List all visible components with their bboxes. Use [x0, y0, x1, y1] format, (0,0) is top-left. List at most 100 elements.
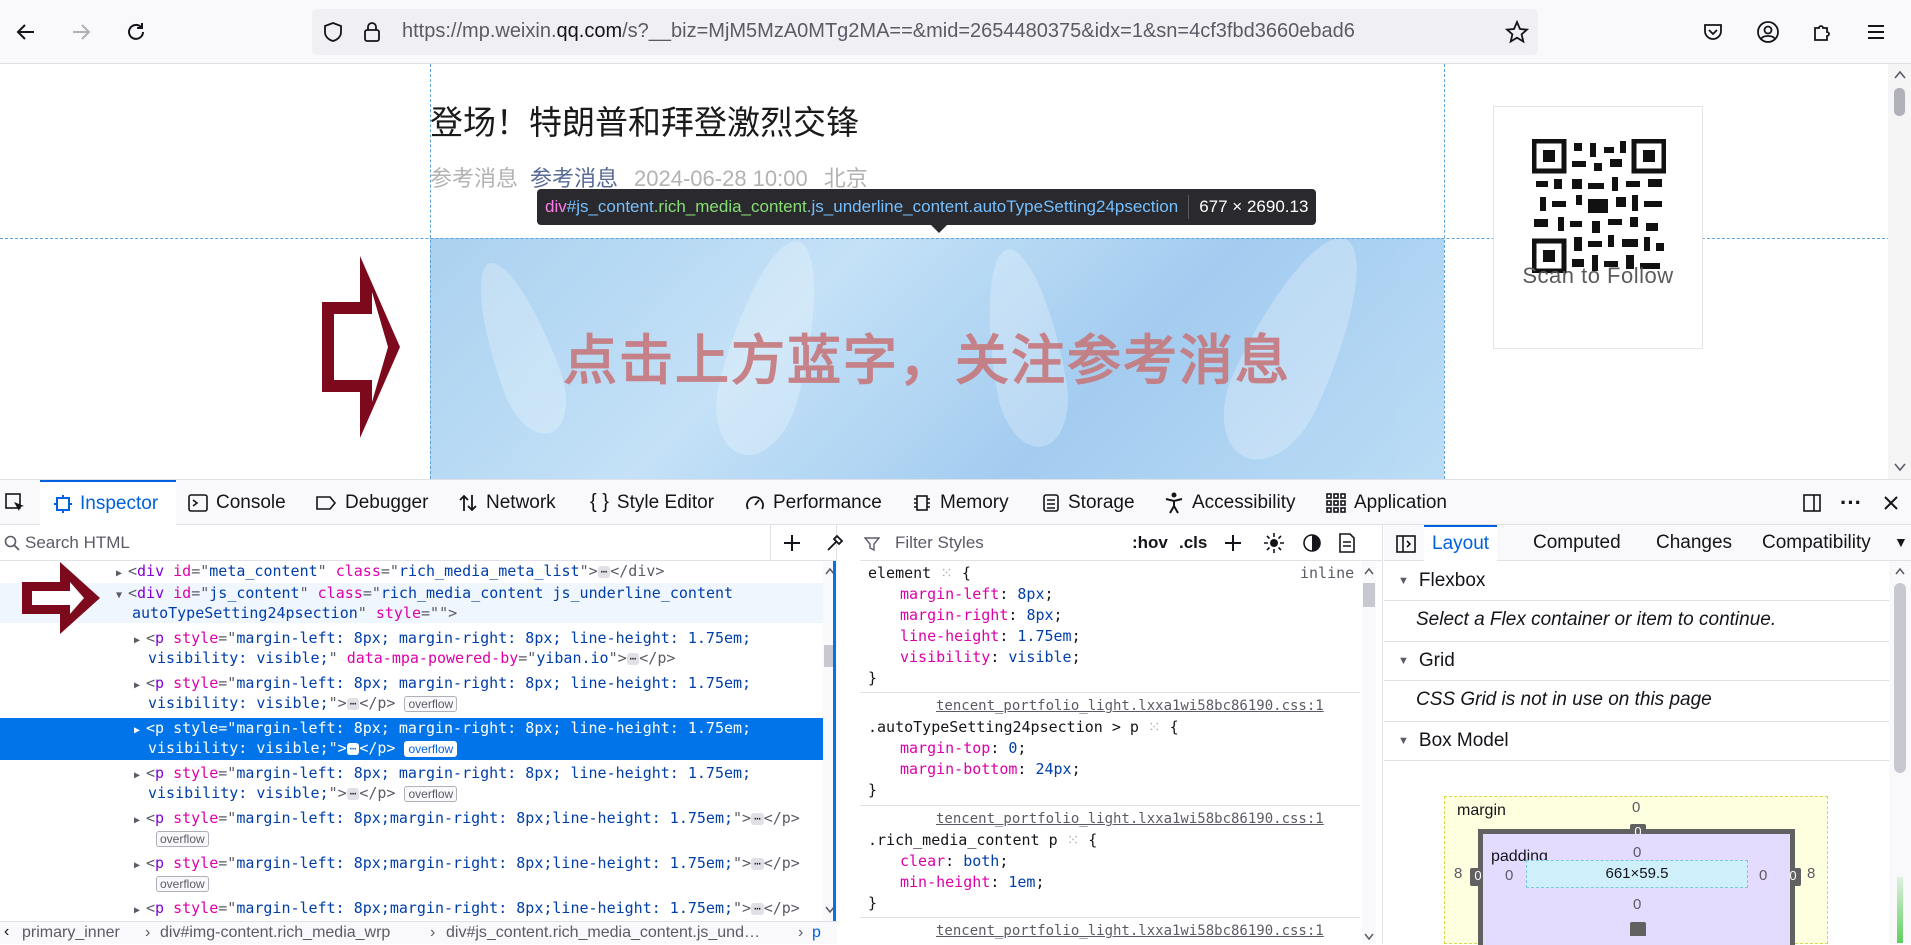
scroll-up-icon[interactable] — [1895, 567, 1905, 575]
breadcrumb-item-current[interactable]: p — [812, 924, 821, 942]
css-declaration[interactable]: margin-top: 0; — [900, 738, 1026, 759]
breadcrumb-item[interactable]: div#img-content.rich_media_wrp — [160, 924, 390, 942]
forward-button[interactable] — [63, 14, 99, 50]
reload-button[interactable] — [118, 14, 154, 50]
tree-node-p-cont[interactable]: visibility: visible;" data-mpa-powered-b… — [0, 648, 835, 668]
tree-node-p-cont[interactable]: visibility: visible;"> ⋯ </p> overflow — [0, 693, 835, 713]
padding-bottom-value[interactable]: 0 — [1633, 896, 1641, 913]
box-model-border[interactable]: border 0 0 0 padding 0 0 0 661×59.5 0 — [1470, 824, 1801, 945]
css-declaration[interactable]: clear: both; — [900, 851, 1008, 872]
scrollbar-thumb[interactable] — [1363, 583, 1375, 607]
overflow-badge[interactable]: overflow — [404, 786, 458, 802]
menu-button[interactable] — [1858, 14, 1894, 50]
back-button[interactable] — [8, 14, 44, 50]
padding-right-value[interactable]: 0 — [1759, 867, 1767, 884]
add-rule-icon[interactable] — [1224, 534, 1242, 552]
rule-selector[interactable]: .rich_media_content p ⁙ { — [868, 830, 1097, 851]
tree-node-p-selected-cont[interactable]: visibility: visible;"> ⋯ </p> overflow — [0, 738, 835, 760]
margin-right-value[interactable]: 8 — [1807, 865, 1815, 882]
css-declaration[interactable]: min-height: 1em; — [900, 872, 1045, 893]
overflow-badge[interactable]: overflow — [404, 696, 458, 712]
page-scrollbar[interactable] — [1888, 64, 1911, 479]
scrollbar-thumb[interactable] — [1894, 88, 1905, 116]
margin-left-value[interactable]: 8 — [1454, 865, 1462, 882]
css-declaration[interactable]: visibility: visible; — [900, 647, 1081, 668]
light-theme-icon[interactable] — [1264, 533, 1284, 553]
css-declaration[interactable]: line-height: 1.75em; — [900, 626, 1081, 647]
box-model-margin[interactable]: margin 0 8 8 border 0 0 0 padding 0 0 0 … — [1444, 796, 1828, 945]
close-devtools-button[interactable] — [1878, 480, 1904, 525]
tree-node-p-selected[interactable]: ▶ <p style="margin-left: 8px; margin-righ… — [0, 718, 835, 740]
css-declaration[interactable]: margin-bottom: 24px; — [900, 759, 1081, 780]
tree-node-p-cont[interactable]: visibility: visible;"> ⋯ </p> overflow — [0, 783, 835, 803]
overflow-badge[interactable]: overflow — [156, 831, 209, 847]
scroll-down-icon[interactable] — [1894, 462, 1906, 472]
tab-console[interactable]: Console — [188, 480, 286, 525]
rules-scrollbar[interactable] — [1362, 561, 1376, 944]
tab-memory[interactable]: Memory — [912, 480, 1009, 525]
hover-toggle-button[interactable]: :hov — [1132, 533, 1168, 553]
tab-compatibility[interactable]: Compatibility — [1762, 532, 1871, 554]
rule-selector[interactable]: .autoTypeSetting24psection > p ⁙ { — [868, 717, 1179, 738]
scroll-down-icon[interactable] — [1364, 933, 1374, 941]
tab-application[interactable]: Application — [1326, 480, 1447, 525]
account-name-link[interactable]: 参考消息 — [530, 166, 618, 191]
tab-performance[interactable]: Performance — [745, 480, 882, 525]
expand-arrow-icon[interactable]: ▶ — [116, 564, 128, 584]
box-model-padding[interactable]: padding 0 0 0 661×59.5 0 — [1483, 834, 1790, 945]
shield-icon[interactable] — [322, 21, 344, 43]
css-declaration[interactable]: margin-left: 8px; — [900, 584, 1054, 605]
collapsed-ellipsis[interactable]: ⋯ — [597, 565, 611, 578]
tab-debugger[interactable]: Debugger — [315, 480, 428, 525]
scroll-up-icon[interactable] — [1894, 70, 1906, 80]
tree-node-js-content-cont[interactable]: autoTypeSetting24psection" style=""> — [0, 603, 835, 623]
breadcrumb-item[interactable]: div#js_content.rich_media_content.js_und… — [446, 924, 760, 942]
scroll-up-icon[interactable] — [1364, 567, 1374, 575]
tab-accessibility[interactable]: Accessibility — [1164, 480, 1295, 525]
tab-network[interactable]: Network — [458, 480, 556, 525]
dark-theme-icon[interactable] — [1302, 533, 1322, 553]
rule-source-link[interactable]: tencent_portfolio_light.lxxa1wi58bc86190… — [936, 921, 1324, 942]
breadcrumb-item[interactable]: primary_inner — [22, 924, 120, 942]
box-model-section-header[interactable]: ▼ Box Model — [1384, 721, 1889, 761]
bookmark-star-icon[interactable] — [1505, 20, 1529, 44]
tree-node-p-cont[interactable]: overflow — [0, 873, 835, 893]
toggle-sidebar-icon[interactable] — [1396, 535, 1416, 553]
padding-top-value[interactable]: 0 — [1633, 844, 1641, 861]
element-picker-button[interactable] — [0, 480, 30, 525]
tabs-overflow-icon[interactable]: ▼ — [1894, 534, 1908, 550]
overflow-badge[interactable]: overflow — [404, 741, 458, 757]
tree-node-p[interactable]: ▶ <p style="margin-left: 8px;margin-right… — [0, 898, 835, 921]
tab-inspector[interactable]: Inspector — [40, 480, 176, 525]
rule-source-link[interactable]: tencent_portfolio_light.lxxa1wi58bc86190… — [936, 696, 1324, 717]
tree-node-p-cont[interactable]: overflow — [0, 828, 835, 848]
rule-element-selector[interactable]: element ⁙ { — [868, 563, 971, 584]
tab-changes[interactable]: Changes — [1656, 532, 1732, 554]
print-media-icon[interactable] — [1338, 533, 1356, 553]
tab-style-editor[interactable]: { } Style Editor — [590, 480, 714, 525]
css-declaration[interactable]: margin-right: 8px; — [900, 605, 1063, 626]
tree-node-meta-content[interactable]: ▶ <div id="meta_content" class="rich_medi… — [0, 561, 835, 584]
tab-computed[interactable]: Computed — [1533, 532, 1621, 554]
margin-top-value[interactable]: 0 — [1632, 799, 1640, 816]
extensions-button[interactable] — [1804, 14, 1840, 50]
add-node-icon[interactable] — [783, 534, 801, 552]
more-options-button[interactable]: ··· — [1838, 480, 1864, 525]
layout-scrollbar[interactable] — [1889, 561, 1911, 944]
scrollbar-thumb[interactable] — [1894, 583, 1906, 773]
padding-left-value[interactable]: 0 — [1505, 867, 1513, 884]
tab-storage[interactable]: Storage — [1042, 480, 1135, 525]
flexbox-section-header[interactable]: ▼ Flexbox — [1384, 561, 1889, 601]
lock-icon[interactable] — [362, 20, 382, 44]
search-html-input[interactable]: Search HTML — [25, 533, 130, 553]
grid-section-header[interactable]: ▼ Grid — [1384, 641, 1889, 681]
url-bar[interactable]: https://mp.weixin.qq.com/s?__biz=MjM5MzA… — [312, 9, 1538, 55]
class-toggle-button[interactable]: .cls — [1179, 533, 1207, 553]
account-button[interactable] — [1750, 14, 1786, 50]
breadcrumb-left-icon[interactable]: ‹ — [4, 923, 9, 941]
splitter-highlight[interactable] — [833, 561, 836, 921]
content-size[interactable]: 661×59.5 — [1526, 860, 1748, 888]
eyedropper-icon[interactable] — [825, 533, 845, 553]
pocket-button[interactable] — [1695, 14, 1731, 50]
filter-styles-input[interactable]: Filter Styles — [895, 533, 984, 553]
